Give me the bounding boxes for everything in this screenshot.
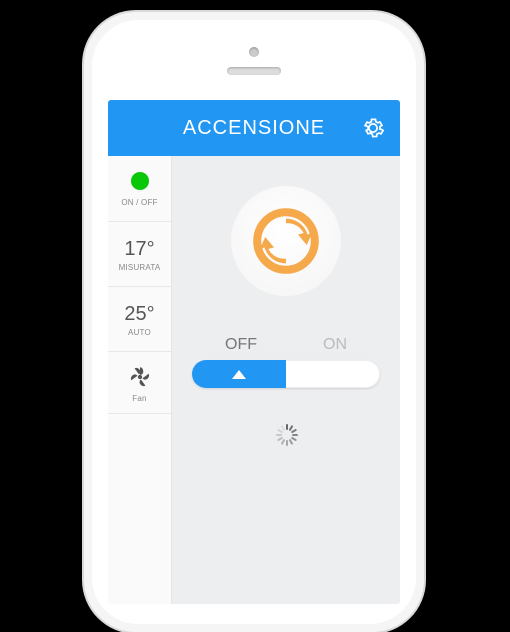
mode-icon-badge bbox=[231, 186, 341, 296]
camera-dot bbox=[249, 47, 259, 57]
toggle-on-label: ON bbox=[323, 336, 347, 354]
power-toggle[interactable]: OFF ON bbox=[192, 336, 380, 388]
measured-label: MISURATA bbox=[119, 263, 161, 272]
page-title: ACCENSIONE bbox=[183, 117, 325, 140]
toggle-labels: OFF ON bbox=[192, 336, 380, 354]
sidebar-onoff-label: ON / OFF bbox=[121, 198, 157, 207]
toggle-track[interactable] bbox=[192, 360, 380, 388]
content-area: ON / OFF 17° MISURATA 25° AUTO bbox=[108, 156, 400, 604]
phone-top bbox=[98, 26, 410, 96]
auto-value: 25° bbox=[124, 303, 154, 326]
caret-up-icon bbox=[232, 370, 246, 379]
fan-label: Fan bbox=[132, 394, 146, 403]
main-panel: OFF ON bbox=[172, 156, 400, 604]
refresh-icon bbox=[246, 201, 326, 281]
loading-spinner-icon bbox=[275, 424, 297, 446]
auto-label: AUTO bbox=[128, 328, 151, 337]
sidebar-item-auto[interactable]: 25° AUTO bbox=[108, 287, 171, 352]
status-dot-icon bbox=[131, 172, 149, 190]
settings-button[interactable] bbox=[360, 115, 386, 141]
gear-icon bbox=[360, 115, 386, 141]
sidebar: ON / OFF 17° MISURATA 25° AUTO bbox=[108, 156, 172, 604]
toggle-thumb[interactable] bbox=[192, 360, 286, 388]
phone-frame: ACCENSIONE ON / OFF 17° MISURATA bbox=[84, 12, 424, 632]
speaker-slot bbox=[227, 67, 281, 75]
measured-value: 17° bbox=[124, 238, 154, 261]
screen: ACCENSIONE ON / OFF 17° MISURATA bbox=[108, 100, 400, 604]
toggle-off-label: OFF bbox=[225, 336, 257, 354]
phone-inner: ACCENSIONE ON / OFF 17° MISURATA bbox=[92, 20, 416, 624]
sidebar-item-onoff[interactable]: ON / OFF bbox=[108, 156, 171, 222]
app-header: ACCENSIONE bbox=[108, 100, 400, 156]
sidebar-item-fan[interactable]: Fan bbox=[108, 352, 171, 414]
fan-icon bbox=[127, 364, 153, 390]
sidebar-item-measured[interactable]: 17° MISURATA bbox=[108, 222, 171, 287]
